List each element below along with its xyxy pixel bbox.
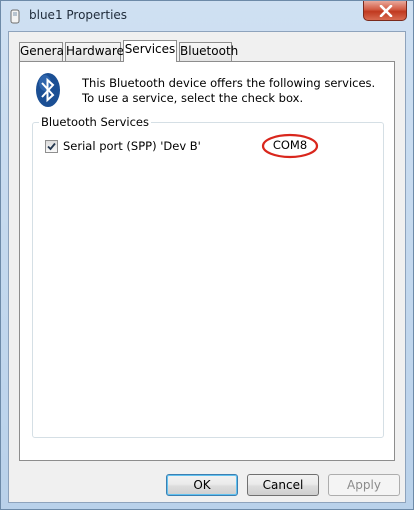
device-icon (9, 9, 21, 24)
tab-general[interactable]: General (19, 42, 67, 61)
com-port-label: COM8 (272, 138, 308, 152)
service-item: Serial port (SPP) 'Dev B' COM8 (45, 133, 375, 159)
bluetooth-icon (34, 72, 62, 111)
title-bar[interactable]: blue1 Properties (1, 1, 413, 31)
close-icon (379, 5, 393, 17)
dialog-client-area: General Hardware Services Bluetooth This… (8, 31, 406, 503)
apply-button[interactable]: Apply (328, 474, 400, 496)
bluetooth-services-group: Bluetooth Services Serial port (SPP) 'De… (32, 115, 384, 438)
services-info-text: This Bluetooth device offers the followi… (82, 76, 376, 105)
cancel-button[interactable]: Cancel (247, 474, 319, 496)
tab-services[interactable]: Services (123, 40, 177, 62)
com-port-highlight: COM8 (261, 133, 319, 159)
properties-window: blue1 Properties General Hardware Servic… (0, 0, 414, 510)
group-label: Bluetooth Services (39, 115, 151, 129)
tab-bluetooth[interactable]: Bluetooth (179, 42, 238, 61)
window-title: blue1 Properties (29, 8, 128, 22)
close-button[interactable] (363, 1, 407, 21)
ok-button[interactable]: OK (166, 474, 238, 496)
services-tab-panel: This Bluetooth device offers the followi… (19, 61, 395, 461)
service-label[interactable]: Serial port (SPP) 'Dev B' (63, 139, 201, 153)
service-checkbox[interactable] (45, 140, 58, 153)
checkmark-icon (47, 142, 56, 151)
tab-hardware[interactable]: Hardware (65, 42, 124, 61)
